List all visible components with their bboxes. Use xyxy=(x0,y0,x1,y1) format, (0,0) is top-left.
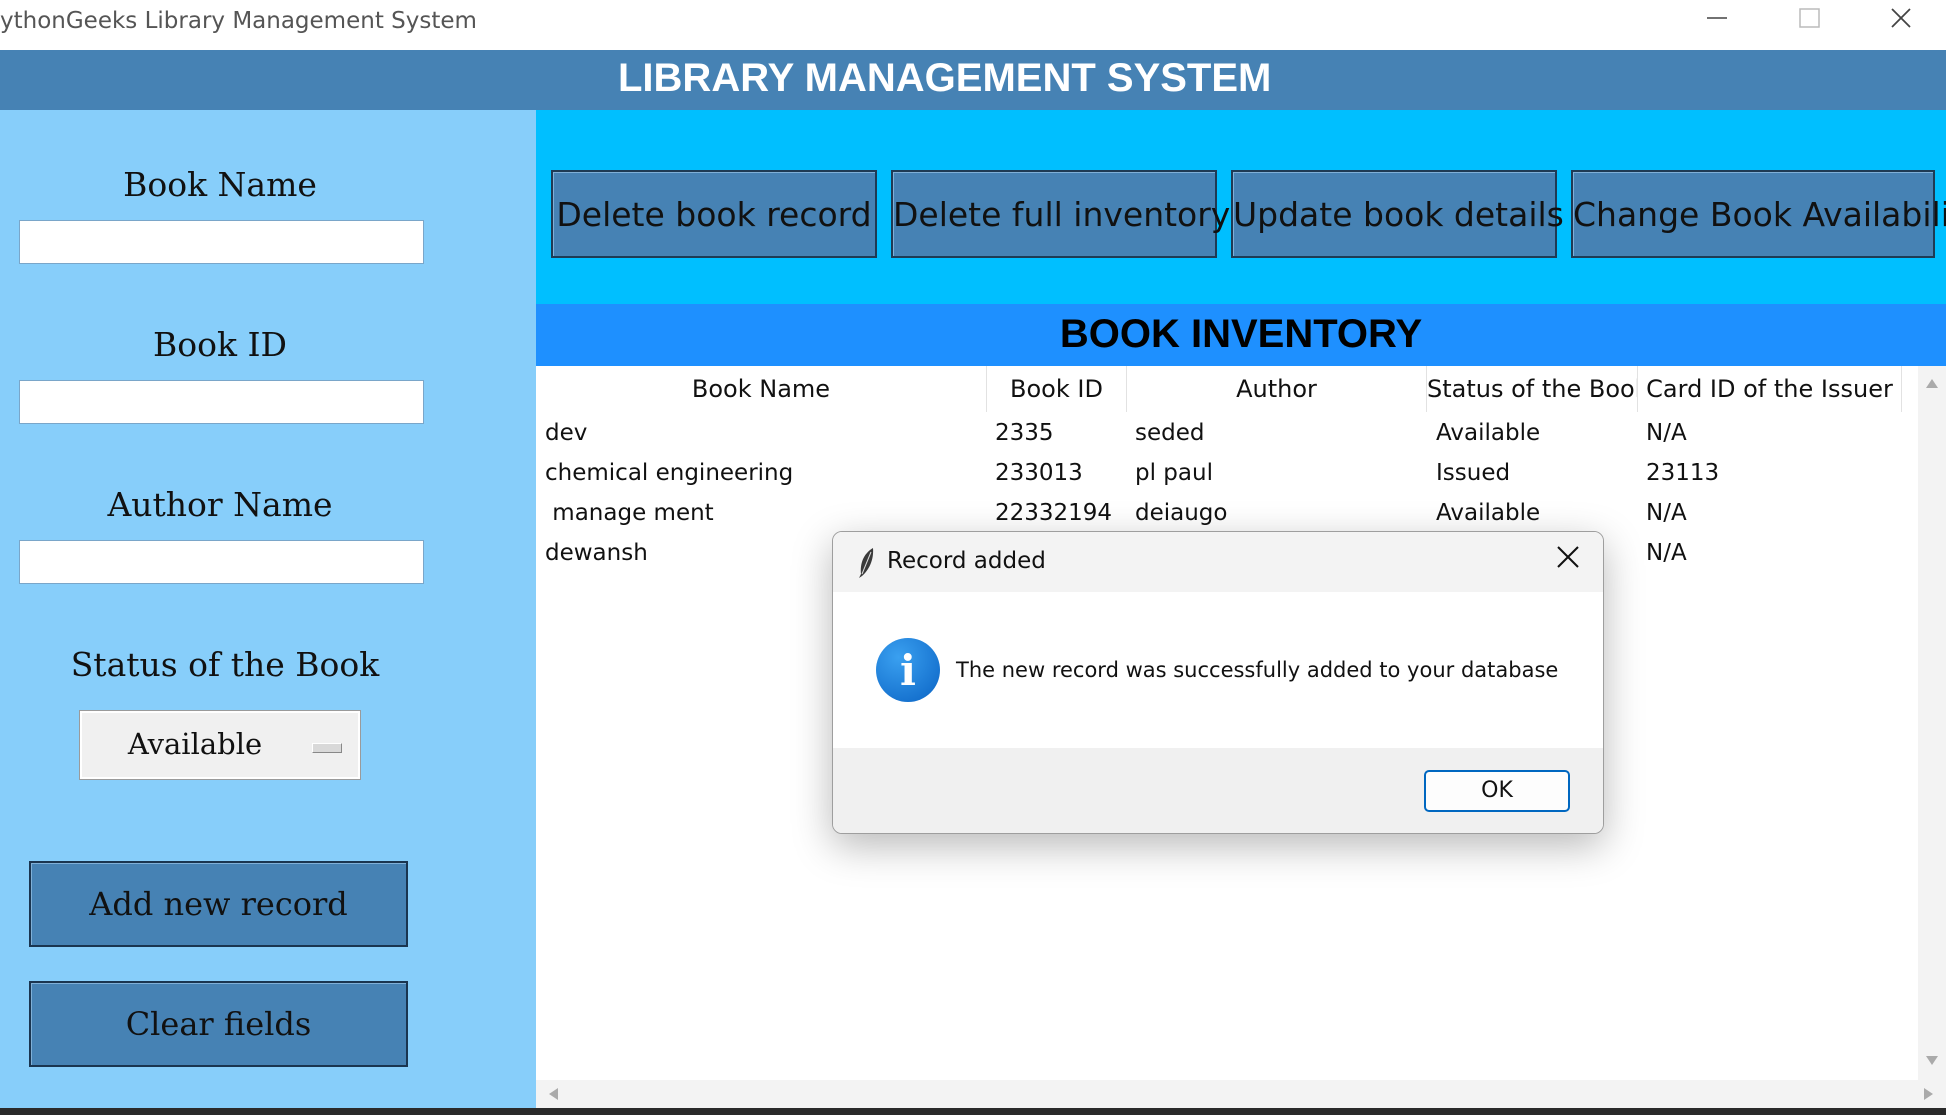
table-cell[interactable]: 233013 xyxy=(995,460,1083,486)
author-name-label: Author Name xyxy=(107,485,333,524)
book-name-label: Book Name xyxy=(123,165,317,204)
table-cell[interactable]: Available xyxy=(1436,500,1540,526)
clear-fields-button[interactable]: Clear fields xyxy=(29,981,408,1067)
table-cell[interactable]: chemical engineering xyxy=(545,460,793,486)
table-cell[interactable]: seded xyxy=(1135,420,1204,446)
table-cell[interactable]: pl paul xyxy=(1135,460,1213,486)
update-details-label: Update book details xyxy=(1233,195,1564,234)
table-cell[interactable]: dewansh xyxy=(545,540,648,566)
vertical-scrollbar[interactable] xyxy=(1918,366,1946,1080)
window-titlebar: ythonGeeks Library Management System xyxy=(0,0,1946,50)
scroll-arrows-icon xyxy=(549,1088,1933,1100)
book-id-label: Book ID xyxy=(153,325,287,364)
app-header: LIBRARY MANAGEMENT SYSTEM xyxy=(0,50,1946,110)
table-cell[interactable]: N/A xyxy=(1646,540,1687,566)
book-name-input[interactable] xyxy=(19,220,424,264)
status-label: Status of the Book xyxy=(70,645,380,684)
inventory-header: BOOK INVENTORY xyxy=(536,304,1946,366)
dialog-message: The new record was successfully added to… xyxy=(956,658,1559,682)
update-details-button[interactable]: Update book details xyxy=(1231,170,1564,258)
status-dropdown[interactable]: Available xyxy=(79,710,361,780)
close-icon xyxy=(1557,546,1579,568)
minimize-icon xyxy=(1707,17,1727,19)
table-cell[interactable]: deiaugo xyxy=(1135,500,1227,526)
column-header-book-name[interactable]: Book Name xyxy=(536,366,987,412)
delete-record-label: Delete book record xyxy=(556,195,872,234)
dialog-titlebar: Record added xyxy=(833,532,1603,592)
column-header-author[interactable]: Author xyxy=(1127,366,1427,412)
dialog-close-button[interactable] xyxy=(1555,544,1581,576)
dialog-body: i The new record was successfully added … xyxy=(833,592,1603,748)
column-header-book-id[interactable]: Book ID xyxy=(987,366,1127,412)
table-cell[interactable]: Issued xyxy=(1436,460,1510,486)
clear-fields-label: Clear fields xyxy=(125,1005,312,1043)
table-cell[interactable]: 22332194 xyxy=(995,500,1112,526)
dropdown-indicator-icon xyxy=(312,743,342,753)
window-bottom-border xyxy=(0,1108,1946,1115)
horizontal-scrollbar[interactable] xyxy=(536,1080,1946,1108)
dialog-footer: OK xyxy=(833,748,1603,833)
scroll-arrows-icon xyxy=(1926,379,1938,1065)
dialog-title: Record added xyxy=(887,548,1046,574)
delete-inventory-label: Delete full inventory xyxy=(893,195,1231,234)
column-header-card-id[interactable]: Card ID of the Issuer xyxy=(1638,366,1902,412)
toolbar-panel: Delete book record Delete full inventory… xyxy=(536,110,1946,304)
info-icon: i xyxy=(876,638,940,702)
table-cell[interactable]: manage ment xyxy=(545,500,713,526)
minimize-button[interactable] xyxy=(1688,0,1748,50)
change-availability-button[interactable]: Change Book Availability xyxy=(1571,170,1946,258)
record-added-dialog: Record added i The new record was succes… xyxy=(832,531,1604,834)
add-record-button[interactable]: Add new record xyxy=(29,861,408,947)
maximize-button[interactable] xyxy=(1780,0,1840,50)
book-id-input[interactable] xyxy=(19,380,424,424)
table-cell[interactable]: N/A xyxy=(1646,420,1687,446)
feather-icon xyxy=(859,548,874,578)
add-record-label: Add new record xyxy=(89,885,348,923)
close-icon xyxy=(1891,8,1911,28)
delete-inventory-button[interactable]: Delete full inventory xyxy=(891,170,1231,258)
status-selected-value: Available xyxy=(127,727,263,761)
change-availability-label: Change Book Availability xyxy=(1573,195,1946,234)
table-cell[interactable]: 23113 xyxy=(1646,460,1719,486)
window-title: ythonGeeks Library Management System xyxy=(0,8,477,34)
author-name-input[interactable] xyxy=(19,540,424,584)
table-cell[interactable]: dev xyxy=(545,420,587,446)
delete-record-button[interactable]: Delete book record xyxy=(551,170,877,258)
table-cell[interactable]: Available xyxy=(1436,420,1540,446)
maximize-icon xyxy=(1799,8,1820,28)
app-title: LIBRARY MANAGEMENT SYSTEM xyxy=(618,56,1272,100)
table-cell[interactable]: N/A xyxy=(1646,500,1687,526)
info-icon-glyph: i xyxy=(900,646,916,695)
ok-button[interactable]: OK xyxy=(1424,770,1570,812)
inventory-title: BOOK INVENTORY xyxy=(1059,312,1423,356)
left-form-panel: Book Name Book ID Author Name Status of … xyxy=(0,110,536,1115)
close-button[interactable] xyxy=(1872,0,1932,50)
column-header-status[interactable]: Status of the Book xyxy=(1427,366,1638,412)
table-cell[interactable]: 2335 xyxy=(995,420,1054,446)
